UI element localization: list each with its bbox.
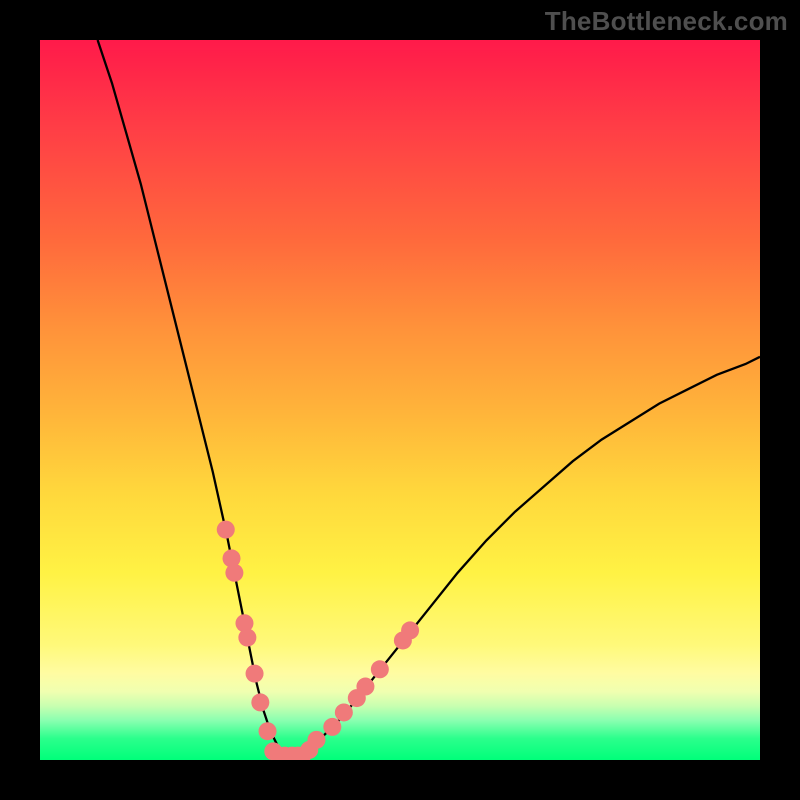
- chart-frame: TheBottleneck.com: [0, 0, 800, 800]
- gradient-background: [40, 40, 760, 760]
- watermark-text: TheBottleneck.com: [545, 6, 788, 37]
- plot-area: [40, 40, 760, 760]
